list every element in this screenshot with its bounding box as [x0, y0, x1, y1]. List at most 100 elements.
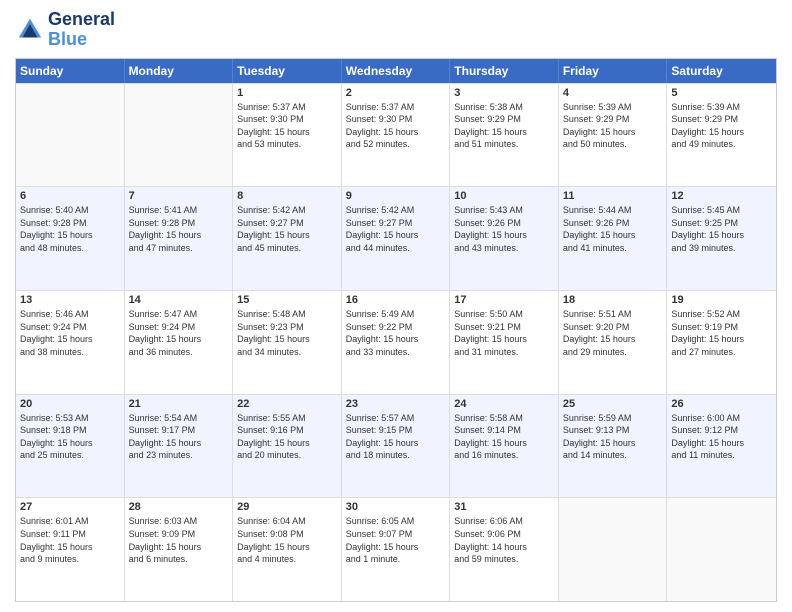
calendar-cell: 20Sunrise: 5:53 AM Sunset: 9:18 PM Dayli…: [16, 395, 125, 498]
calendar-cell: 6Sunrise: 5:40 AM Sunset: 9:28 PM Daylig…: [16, 187, 125, 290]
calendar-cell: 5 Sunrise: 5:39 AM Sunset: 9:29 PM Daylig…: [667, 84, 776, 187]
day-info: Sunrise: 6:00 AM Sunset: 9:12 PM Dayligh…: [671, 412, 772, 462]
calendar-cell: 9 Sunrise: 5:42 AM Sunset: 9:27 PM Daylig…: [342, 187, 451, 290]
calendar-cell: 29 Sunrise: 6:04 AM Sunset: 9:08 PM Dayli…: [233, 498, 342, 601]
day-info: Sunrise: 5:57 AM Sunset: 9:15 PM Dayligh…: [346, 412, 446, 462]
day-info: Sunrise: 5:47 AM Sunset: 9:24 PM Dayligh…: [129, 308, 229, 358]
calendar-cell: 11 Sunrise: 5:44 AM Sunset: 9:26 PM Dayli…: [559, 187, 668, 290]
calendar-cell: 14 Sunrise: 5:47 AM Sunset: 9:24 PM Dayli…: [125, 291, 234, 394]
calendar: SundayMondayTuesdayWednesdayThursdayFrid…: [15, 58, 777, 602]
calendar-row-2: 13 Sunrise: 5:46 AM Sunset: 9:24 PM Dayli…: [16, 290, 776, 394]
calendar-cell: [16, 84, 125, 187]
page: General Blue SundayMondayTuesdayWednesda…: [0, 0, 792, 612]
day-info: Sunrise: 5:46 AM Sunset: 9:24 PM Dayligh…: [20, 308, 120, 358]
day-number: 25: [563, 398, 663, 410]
calendar-cell: [667, 498, 776, 601]
day-number: 12: [671, 190, 772, 202]
calendar-cell: 27Sunrise: 6:01 AM Sunset: 9:11 PM Dayli…: [16, 498, 125, 601]
calendar-row-3: 20Sunrise: 5:53 AM Sunset: 9:18 PM Dayli…: [16, 394, 776, 498]
day-info: Sunrise: 5:41 AM Sunset: 9:28 PM Dayligh…: [129, 204, 229, 254]
calendar-body: 1 Sunrise: 5:37 AM Sunset: 9:30 PM Daylig…: [16, 83, 776, 601]
calendar-cell: [559, 498, 668, 601]
day-number: 18: [563, 294, 663, 306]
day-info: Sunrise: 6:06 AM Sunset: 9:06 PM Dayligh…: [454, 515, 554, 565]
calendar-cell: [125, 84, 234, 187]
day-info: Sunrise: 5:48 AM Sunset: 9:23 PM Dayligh…: [237, 308, 337, 358]
day-info: Sunrise: 5:45 AM Sunset: 9:25 PM Dayligh…: [671, 204, 772, 254]
calendar-cell: 19 Sunrise: 5:52 AM Sunset: 9:19 PM Dayli…: [667, 291, 776, 394]
calendar-cell: 26 Sunrise: 6:00 AM Sunset: 9:12 PM Dayli…: [667, 395, 776, 498]
calendar-cell: 21Sunrise: 5:54 AM Sunset: 9:17 PM Dayli…: [125, 395, 234, 498]
day-number: 23: [346, 398, 446, 410]
day-number: 8: [237, 190, 337, 202]
day-info: Sunrise: 6:04 AM Sunset: 9:08 PM Dayligh…: [237, 515, 337, 565]
day-number: 30: [346, 501, 446, 513]
calendar-cell: 1 Sunrise: 5:37 AM Sunset: 9:30 PM Daylig…: [233, 84, 342, 187]
logo-text: General Blue: [48, 10, 115, 50]
day-number: 28: [129, 501, 229, 513]
day-info: Sunrise: 5:52 AM Sunset: 9:19 PM Dayligh…: [671, 308, 772, 358]
day-number: 21: [129, 398, 229, 410]
day-header-tuesday: Tuesday: [233, 59, 342, 83]
day-number: 14: [129, 294, 229, 306]
day-number: 13: [20, 294, 120, 306]
day-info: Sunrise: 6:03 AM Sunset: 9:09 PM Dayligh…: [129, 515, 229, 565]
day-info: Sunrise: 5:53 AM Sunset: 9:18 PM Dayligh…: [20, 412, 120, 462]
calendar-cell: 15 Sunrise: 5:48 AM Sunset: 9:23 PM Dayli…: [233, 291, 342, 394]
day-info: Sunrise: 5:38 AM Sunset: 9:29 PM Dayligh…: [454, 101, 554, 151]
day-info: Sunrise: 5:44 AM Sunset: 9:26 PM Dayligh…: [563, 204, 663, 254]
calendar-row-4: 27Sunrise: 6:01 AM Sunset: 9:11 PM Dayli…: [16, 497, 776, 601]
calendar-cell: 24 Sunrise: 5:58 AM Sunset: 9:14 PM Dayli…: [450, 395, 559, 498]
day-header-friday: Friday: [559, 59, 668, 83]
day-number: 19: [671, 294, 772, 306]
day-number: 15: [237, 294, 337, 306]
calendar-header: SundayMondayTuesdayWednesdayThursdayFrid…: [16, 59, 776, 83]
day-info: Sunrise: 5:42 AM Sunset: 9:27 PM Dayligh…: [346, 204, 446, 254]
logo-line2: Blue: [48, 30, 115, 50]
calendar-cell: 2 Sunrise: 5:37 AM Sunset: 9:30 PM Daylig…: [342, 84, 451, 187]
day-number: 5: [671, 87, 772, 99]
calendar-cell: 18Sunrise: 5:51 AM Sunset: 9:20 PM Dayli…: [559, 291, 668, 394]
day-number: 1: [237, 87, 337, 99]
day-number: 7: [129, 190, 229, 202]
day-number: 26: [671, 398, 772, 410]
logo-line1: General: [48, 10, 115, 30]
calendar-cell: 16Sunrise: 5:49 AM Sunset: 9:22 PM Dayli…: [342, 291, 451, 394]
day-info: Sunrise: 5:55 AM Sunset: 9:16 PM Dayligh…: [237, 412, 337, 462]
day-header-sunday: Sunday: [16, 59, 125, 83]
day-info: Sunrise: 5:37 AM Sunset: 9:30 PM Dayligh…: [346, 101, 446, 151]
day-number: 24: [454, 398, 554, 410]
calendar-cell: 3 Sunrise: 5:38 AM Sunset: 9:29 PM Daylig…: [450, 84, 559, 187]
calendar-cell: 13 Sunrise: 5:46 AM Sunset: 9:24 PM Dayli…: [16, 291, 125, 394]
day-number: 2: [346, 87, 446, 99]
calendar-cell: 23 Sunrise: 5:57 AM Sunset: 9:15 PM Dayli…: [342, 395, 451, 498]
day-info: Sunrise: 5:49 AM Sunset: 9:22 PM Dayligh…: [346, 308, 446, 358]
day-info: Sunrise: 5:39 AM Sunset: 9:29 PM Dayligh…: [563, 101, 663, 151]
day-info: Sunrise: 5:37 AM Sunset: 9:30 PM Dayligh…: [237, 101, 337, 151]
calendar-cell: 4Sunrise: 5:39 AM Sunset: 9:29 PM Daylig…: [559, 84, 668, 187]
calendar-cell: 12 Sunrise: 5:45 AM Sunset: 9:25 PM Dayli…: [667, 187, 776, 290]
calendar-cell: 7 Sunrise: 5:41 AM Sunset: 9:28 PM Daylig…: [125, 187, 234, 290]
calendar-cell: 8Sunrise: 5:42 AM Sunset: 9:27 PM Daylig…: [233, 187, 342, 290]
day-number: 9: [346, 190, 446, 202]
calendar-cell: 10Sunrise: 5:43 AM Sunset: 9:26 PM Dayli…: [450, 187, 559, 290]
calendar-cell: 30 Sunrise: 6:05 AM Sunset: 9:07 PM Dayli…: [342, 498, 451, 601]
day-info: Sunrise: 5:43 AM Sunset: 9:26 PM Dayligh…: [454, 204, 554, 254]
day-number: 3: [454, 87, 554, 99]
calendar-cell: 31 Sunrise: 6:06 AM Sunset: 9:06 PM Dayli…: [450, 498, 559, 601]
day-number: 29: [237, 501, 337, 513]
day-number: 17: [454, 294, 554, 306]
calendar-cell: 17 Sunrise: 5:50 AM Sunset: 9:21 PM Dayli…: [450, 291, 559, 394]
day-number: 31: [454, 501, 554, 513]
day-header-monday: Monday: [125, 59, 234, 83]
day-info: Sunrise: 6:05 AM Sunset: 9:07 PM Dayligh…: [346, 515, 446, 565]
day-header-thursday: Thursday: [450, 59, 559, 83]
day-info: Sunrise: 5:50 AM Sunset: 9:21 PM Dayligh…: [454, 308, 554, 358]
day-number: 22: [237, 398, 337, 410]
day-info: Sunrise: 5:58 AM Sunset: 9:14 PM Dayligh…: [454, 412, 554, 462]
day-number: 11: [563, 190, 663, 202]
day-header-saturday: Saturday: [667, 59, 776, 83]
calendar-row-1: 6Sunrise: 5:40 AM Sunset: 9:28 PM Daylig…: [16, 186, 776, 290]
day-info: Sunrise: 5:39 AM Sunset: 9:29 PM Dayligh…: [671, 101, 772, 151]
calendar-row-0: 1 Sunrise: 5:37 AM Sunset: 9:30 PM Daylig…: [16, 83, 776, 187]
